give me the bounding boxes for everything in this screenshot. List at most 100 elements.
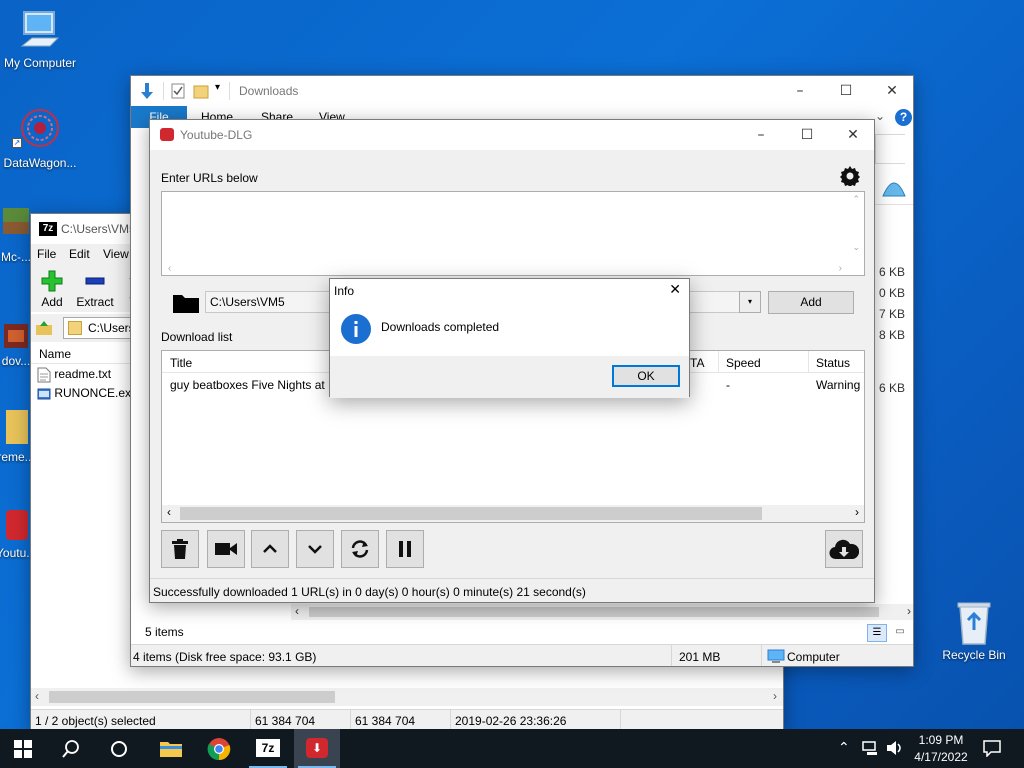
folder-icon[interactable] [172,292,200,314]
search-button[interactable] [48,729,94,768]
status-text: Successfully downloaded 1 URL(s) in 0 da… [153,585,586,599]
move-up-button[interactable] [251,530,289,568]
desktop-icon-label: dov... [1,354,31,368]
download-list-label: Download list [161,330,233,344]
qat-dropdown-icon[interactable]: ▾ [215,82,220,93]
menu-file[interactable]: File [37,247,56,261]
dialog-titlebar[interactable]: Info ✕ [330,279,689,303]
taskbar-7zip[interactable]: 7z [245,729,291,768]
folder-icon [68,321,82,335]
add-label: Add [41,295,63,309]
download-button[interactable] [825,530,863,568]
column-speed[interactable]: Speed [726,356,761,370]
scroll-left-icon[interactable]: ‹ [168,263,171,274]
menu-edit[interactable]: Edit [69,247,90,261]
scroll-left-icon[interactable]: ‹ [295,604,299,618]
search-box[interactable] [875,134,905,164]
separator [163,82,164,100]
url-input[interactable]: ⌃ ⌄ ‹ › [161,191,865,276]
text-file-icon [37,367,51,383]
menu-view[interactable]: View [103,247,129,261]
up-folder-icon[interactable] [35,319,53,337]
list-item[interactable]: readme.txt [37,367,111,385]
scroll-right-icon[interactable]: › [839,263,842,274]
clock-time[interactable]: 1:09 PM [916,733,966,747]
maximize-button[interactable]: ☐ [823,76,869,106]
window-title: C:\Users\VM5 [61,222,136,236]
add-button[interactable]: Add [37,270,67,309]
list-hscrollbar[interactable]: ‹ › [162,505,864,522]
ribbon-expand-icon[interactable]: ⌄ [875,109,885,123]
desktop-icon-datawagon[interactable]: ↗ DataWagon... [0,106,80,170]
list-item[interactable]: RUNONCE.exe [37,386,138,404]
start-button[interactable] [0,729,46,768]
move-down-button[interactable] [296,530,334,568]
separator [229,82,230,100]
pause-icon [399,541,411,557]
file-name: readme.txt [54,367,112,382]
shell-icon [882,182,906,197]
reload-button[interactable] [341,530,379,568]
properties-icon[interactable] [171,83,185,99]
desktop-icon-label: Recycle Bin [942,648,1006,662]
scroll-left-icon[interactable]: ‹ [35,689,39,703]
help-icon[interactable]: ? [895,109,912,126]
minimize-button[interactable]: – [777,76,823,106]
column-name[interactable]: Name [39,347,71,361]
horizontal-scrollbar[interactable]: ‹ › [31,688,783,706]
close-button[interactable]: ✕ [830,120,874,150]
maximize-button[interactable]: ☐ [784,120,830,150]
path-dropdown-button[interactable]: ▾ [739,291,761,313]
close-button[interactable]: ✕ [669,282,681,298]
add-button[interactable]: Add [768,291,854,314]
ok-button[interactable]: OK [612,365,680,387]
shortcut-arrow-icon: ↗ [12,138,22,148]
chrome-icon [207,738,231,761]
network-icon[interactable] [862,740,880,756]
minimize-button[interactable]: – [738,120,784,150]
scroll-right-icon[interactable]: › [773,689,777,703]
youtube-dlg-titlebar[interactable]: Youtube-DLG – ☐ ✕ [150,120,874,150]
column-eta[interactable]: TA [690,356,704,370]
scroll-down-icon[interactable]: ⌄ [852,242,860,253]
show-hidden-icons[interactable]: ⌃ [838,739,850,756]
volume-icon[interactable] [886,740,904,756]
scrollbar-thumb[interactable] [49,691,335,703]
video-camera-icon [215,543,237,555]
notifications-icon[interactable] [982,739,1002,757]
desktop-icon-my-computer[interactable]: My Computer [0,10,80,70]
explorer-titlebar[interactable]: ▾ Downloads – ☐ ✕ [131,76,913,106]
task-view-button[interactable] [96,729,142,768]
taskbar-youtube-dlg[interactable]: ⬇ [294,729,340,768]
column-title[interactable]: Title [170,356,192,370]
scroll-right-icon[interactable]: › [907,604,911,618]
delete-button[interactable] [161,530,199,568]
address-text: C:\Users [88,321,135,335]
play-video-button[interactable] [207,530,245,568]
taskbar-file-explorer[interactable] [148,729,194,768]
explorer-hscrollbar[interactable]: ‹ › [291,604,913,620]
scrollbar-thumb[interactable] [309,607,879,617]
desktop-icon-recycle-bin[interactable]: Recycle Bin [934,600,1014,662]
folder-icon[interactable] [193,83,209,99]
gear-icon[interactable] [840,166,860,186]
info-dialog[interactable]: Info ✕ Downloads completed OK [329,278,690,398]
file-size: 8 KB [878,328,905,342]
large-icons-view-icon[interactable]: ▭ [891,624,909,642]
extract-button[interactable]: Extract [75,270,115,309]
scroll-right-icon[interactable]: › [855,505,859,519]
extract-label: Extract [76,295,114,309]
close-button[interactable]: ✕ [869,76,913,106]
scrollbar-thumb[interactable] [180,507,762,520]
video-file-icon [4,324,28,348]
desktop-icon-label: My Computer [3,56,77,70]
details-view-icon[interactable]: ☰ [867,624,887,642]
clock-date[interactable]: 4/17/2022 [910,750,972,764]
file-size: 6 KB [878,265,905,279]
refresh-icon [351,540,369,558]
taskbar-chrome[interactable] [196,729,242,768]
column-status[interactable]: Status [816,356,850,370]
scroll-left-icon[interactable]: ‹ [167,505,171,519]
scroll-up-icon[interactable]: ⌃ [852,194,860,205]
pause-button[interactable] [386,530,424,568]
